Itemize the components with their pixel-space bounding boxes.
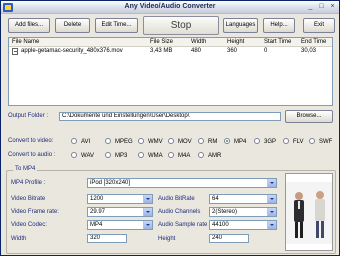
cell-start-time: 0 (264, 48, 268, 54)
radio-mp4[interactable]: MP4 (224, 138, 246, 145)
stop-button[interactable]: Stop (143, 16, 219, 35)
cell-height: 360 (227, 48, 238, 54)
chevron-down-icon (267, 208, 276, 216)
cell-width: 480 (191, 48, 202, 54)
chevron-down-icon (267, 179, 276, 187)
app-window: Any Video/Audio Converter _ □ × Add file… (0, 0, 340, 256)
chevron-down-icon (143, 195, 152, 203)
height-field[interactable]: 240 (209, 234, 249, 243)
column-end-time[interactable]: End Time (301, 39, 326, 45)
browse-button[interactable]: Browse... (285, 110, 333, 123)
column-start-time[interactable]: Start Time (264, 39, 291, 45)
output-folder-field[interactable]: C:\Dokumente und Einstellungen\User\Desk… (59, 112, 281, 121)
add-files-button[interactable]: Add files... (8, 18, 50, 33)
column-file-size[interactable]: File Size (150, 39, 173, 45)
maximize-icon[interactable]: □ (317, 3, 326, 12)
chevron-down-icon (143, 208, 152, 216)
frame-rate-select[interactable]: 29.97 (87, 207, 153, 217)
video-bitrate-select[interactable]: 1200 (87, 194, 153, 204)
radio-wav[interactable]: WAV (71, 152, 94, 159)
languages-button[interactable]: Languages (223, 18, 258, 33)
delete-button[interactable]: Delete (55, 18, 90, 33)
chevron-down-icon (267, 221, 276, 229)
radio-flv[interactable]: FLV (283, 138, 304, 145)
video-preview (285, 173, 333, 251)
column-file-name[interactable]: File Name (12, 39, 39, 45)
chevron-down-icon (143, 221, 152, 229)
cell-file-size: 3,43 MB (150, 48, 173, 54)
column-height[interactable]: Height (227, 39, 244, 45)
help-button[interactable]: Help... (263, 18, 295, 33)
file-icon (12, 48, 18, 55)
radio-mpeg[interactable]: MPEG (105, 138, 133, 145)
edit-time-button[interactable]: Edit Time... (95, 18, 138, 33)
sample-rate-label: Audio Sample rate (158, 222, 208, 228)
convert-video-label: Convert to video: (8, 138, 54, 144)
radio-3gp[interactable]: 3GP (254, 138, 276, 145)
profile-select[interactable]: iPod [320x240] (87, 178, 277, 188)
cell-file-name: apple-getamac-security_480x376.mov (21, 48, 123, 54)
codec-label: Video Codec: (11, 222, 47, 228)
column-width[interactable]: Width (191, 39, 206, 45)
profile-label: MP4 Profile : (11, 180, 46, 186)
chevron-down-icon (267, 195, 276, 203)
radio-wmv[interactable]: WMV (138, 138, 163, 145)
title-bar: Any Video/Audio Converter _ □ × (1, 1, 339, 14)
codec-select[interactable]: MP4 (87, 220, 153, 230)
width-label: Width (11, 236, 27, 242)
audio-bitrate-label: Audio BitRate (158, 196, 195, 202)
radio-mp3[interactable]: MP3 (105, 152, 127, 159)
table-header: File Name File Size Width Height Start T… (9, 38, 332, 47)
frame-rate-label: Video Frame rate: (11, 209, 59, 215)
preview-image (286, 174, 332, 250)
cell-end-time: 30,03 (301, 48, 317, 54)
audio-channels-label: Audio Channels (158, 209, 201, 215)
audio-bitrate-select[interactable]: 64 (209, 194, 277, 204)
video-bitrate-label: Video Bitrate (11, 196, 46, 202)
width-field[interactable]: 320 (87, 234, 127, 243)
radio-wma[interactable]: WMA (138, 152, 163, 159)
close-icon[interactable]: × (328, 3, 337, 12)
file-table[interactable]: File Name File Size Width Height Start T… (8, 37, 333, 106)
window-title: Any Video/Audio Converter (124, 3, 216, 10)
height-label: Height (158, 236, 176, 242)
audio-channels-select[interactable]: 2(Stereo) (209, 207, 277, 217)
group-title: To MP4 (13, 166, 38, 172)
convert-audio-label: Convert to audio : (8, 152, 56, 158)
radio-amr[interactable]: AMR (198, 152, 221, 159)
output-folder-label: Output Folder : (8, 113, 49, 119)
radio-rm[interactable]: RM (198, 138, 217, 145)
radio-m4a[interactable]: M4A (168, 152, 190, 159)
sample-rate-select[interactable]: 44100 (209, 220, 277, 230)
exit-button[interactable]: Exit (303, 18, 335, 33)
table-row[interactable]: apple-getamac-security_480x376.mov 3,43 … (9, 47, 332, 56)
radio-mov[interactable]: MOV (168, 138, 192, 145)
minimize-icon[interactable]: _ (306, 3, 315, 12)
radio-avi[interactable]: AVI (71, 138, 90, 145)
radio-swf[interactable]: SWF (309, 138, 332, 145)
